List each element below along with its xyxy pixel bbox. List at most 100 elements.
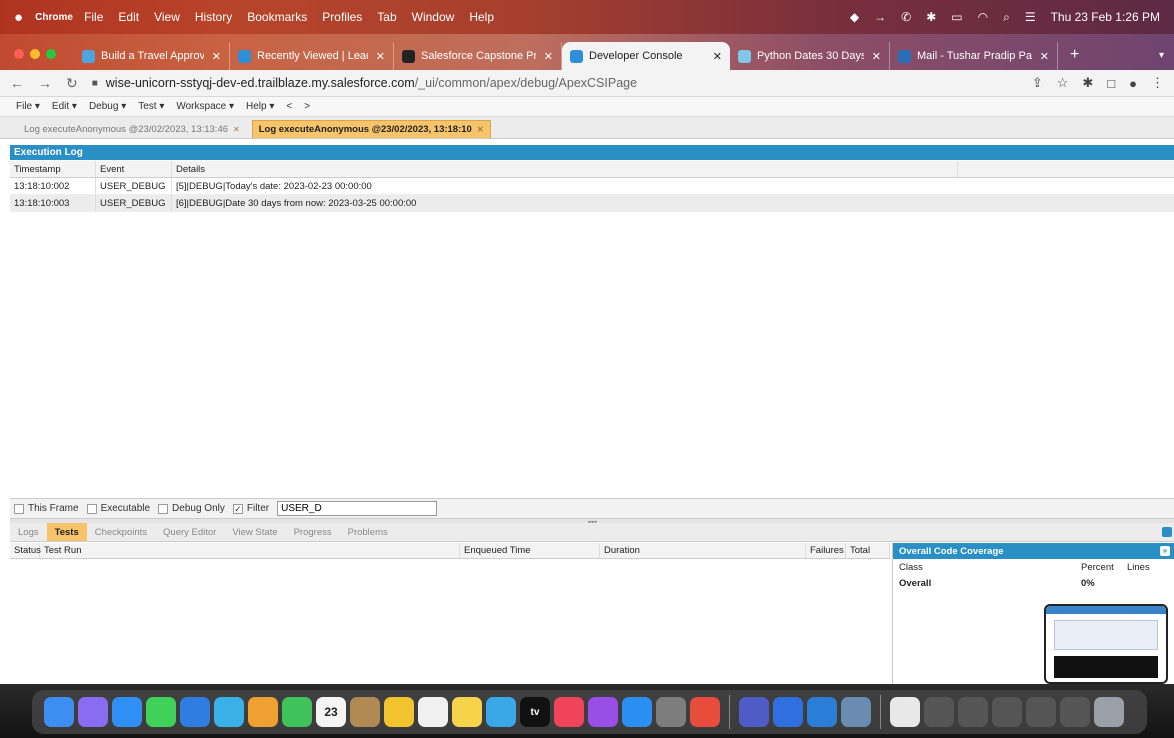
col-class[interactable]: Class <box>893 562 1081 573</box>
checkbox-box[interactable] <box>14 503 24 514</box>
chrome-icon[interactable] <box>690 697 720 727</box>
menu-file[interactable]: File <box>84 10 103 24</box>
tab-tests[interactable]: Tests <box>46 523 87 541</box>
teams-icon[interactable] <box>739 697 769 727</box>
menu-bookmarks[interactable]: Bookmarks <box>247 10 307 24</box>
tab-build-travel[interactable]: Build a Travel Approval A ✕ <box>74 42 230 70</box>
tab-logs[interactable]: Logs <box>10 523 47 541</box>
reminders-icon[interactable] <box>418 697 448 727</box>
url-field[interactable]: ■ wise-unicorn-sstyqj-dev-ed.trailblaze.… <box>92 76 1032 90</box>
log-row[interactable]: 13:18:10:003 USER_DEBUG [6]|DEBUG|Date 3… <box>10 195 1174 212</box>
vscode-icon[interactable] <box>807 697 837 727</box>
reload-icon[interactable]: ↻ <box>66 75 78 92</box>
menu-edit[interactable]: Edit <box>118 10 139 24</box>
tab-problems[interactable]: Problems <box>340 523 396 541</box>
menu-clock[interactable]: Thu 23 Feb 1:26 PM <box>1051 10 1160 24</box>
log-tab-1[interactable]: Log executeAnonymous @23/02/2023, 13:13:… <box>18 120 246 138</box>
bookmark-star-icon[interactable]: ☆ <box>1057 75 1069 91</box>
contacts-icon[interactable] <box>350 697 380 727</box>
maps-icon[interactable] <box>214 697 244 727</box>
calendar-icon[interactable]: 23 <box>316 697 346 727</box>
tab-search-chevron-icon[interactable]: ▾ <box>1159 50 1174 61</box>
recent-window-icon[interactable] <box>924 697 954 727</box>
executable-checkbox[interactable]: Executable <box>86 503 150 514</box>
menu-window[interactable]: Window <box>412 10 455 24</box>
close-tab-icon[interactable]: ✕ <box>544 50 553 63</box>
col-percent[interactable]: Percent <box>1081 562 1127 573</box>
col-details[interactable]: Details <box>172 161 958 177</box>
finder-icon[interactable] <box>44 697 74 727</box>
close-tab-icon[interactable]: ✕ <box>872 50 881 63</box>
mail-icon[interactable] <box>180 697 210 727</box>
col-status[interactable]: Status <box>10 543 41 558</box>
log-tab-2[interactable]: Log executeAnonymous @23/02/2023, 13:18:… <box>251 120 491 138</box>
dc-menu-workspace[interactable]: Workspace ▾ <box>176 101 234 112</box>
col-duration[interactable]: Duration <box>600 543 806 558</box>
profile-avatar-icon[interactable]: ● <box>1129 76 1137 91</box>
forward-icon[interactable]: → <box>38 75 52 91</box>
share-icon[interactable]: ⇪ <box>1032 75 1043 91</box>
tab-progress[interactable]: Progress <box>286 523 340 541</box>
col-test-run[interactable]: Test Run <box>40 543 460 558</box>
facetime-icon[interactable] <box>282 697 312 727</box>
apple-tv-icon[interactable]: tv <box>520 697 550 727</box>
system-settings-icon[interactable] <box>656 697 686 727</box>
tab-checkpoints[interactable]: Checkpoints <box>87 523 155 541</box>
dc-menu-debug[interactable]: Debug ▾ <box>89 101 126 112</box>
sidepanel-icon[interactable]: □ <box>1107 76 1115 91</box>
preview-icon[interactable] <box>841 697 871 727</box>
launchpad-icon[interactable] <box>78 697 108 727</box>
lock-icon[interactable]: ■ <box>92 78 98 89</box>
zoom-window-icon[interactable] <box>46 49 56 59</box>
col-timestamp[interactable]: Timestamp <box>10 161 96 177</box>
dc-menu-edit[interactable]: Edit ▾ <box>52 101 77 112</box>
checkbox-box[interactable] <box>86 503 97 514</box>
new-tab-icon[interactable]: + <box>1070 46 1079 64</box>
recent-window-icon[interactable] <box>1060 697 1090 727</box>
more-menu-icon[interactable]: ⋮ <box>1151 75 1164 91</box>
safari-icon[interactable] <box>112 697 142 727</box>
downloads-icon[interactable] <box>890 697 920 727</box>
col-failures[interactable]: Failures <box>806 543 846 558</box>
tab-python-dates[interactable]: Python Dates 30 Days ✕ <box>730 42 890 70</box>
music-icon[interactable] <box>554 697 584 727</box>
close-tab-icon[interactable]: ✕ <box>233 125 240 134</box>
coverage-row[interactable]: Overall 0% <box>893 575 1174 591</box>
menu-view[interactable]: View <box>154 10 180 24</box>
stickies-icon[interactable] <box>452 697 482 727</box>
dc-menu-file[interactable]: File ▾ <box>16 101 40 112</box>
dc-menu-test[interactable]: Test ▾ <box>138 101 164 112</box>
expand-icon[interactable]: » <box>1160 546 1170 556</box>
close-tab-icon[interactable]: ✕ <box>376 50 385 63</box>
dc-nav-back[interactable]: < <box>286 101 292 112</box>
col-total[interactable]: Total <box>846 543 890 558</box>
recent-window-icon[interactable] <box>958 697 988 727</box>
close-tab-icon[interactable]: ✕ <box>713 50 722 63</box>
close-tab-icon[interactable]: ✕ <box>477 125 484 134</box>
app-store-icon[interactable] <box>622 697 652 727</box>
checkbox-box[interactable] <box>158 503 169 514</box>
screenshot-thumbnail[interactable] <box>1044 604 1168 684</box>
recent-window-icon[interactable] <box>992 697 1022 727</box>
tab-query-editor[interactable]: Query Editor <box>155 523 224 541</box>
tab-salesforce-capstone[interactable]: Salesforce Capstone Pro ✕ <box>394 42 562 70</box>
battery-icon[interactable]: ▭ <box>951 10 962 24</box>
col-lines[interactable]: Lines <box>1127 562 1167 573</box>
podcasts-icon[interactable] <box>588 697 618 727</box>
zoom-icon[interactable] <box>773 697 803 727</box>
wifi-icon[interactable]: ◠ <box>978 10 988 24</box>
menu-history[interactable]: History <box>195 10 232 24</box>
freeform-icon[interactable] <box>486 697 516 727</box>
photos-icon[interactable] <box>248 697 278 727</box>
notes-icon[interactable] <box>384 697 414 727</box>
close-window-icon[interactable] <box>14 49 24 59</box>
menu-help[interactable]: Help <box>469 10 494 24</box>
menu-app-name[interactable]: Chrome <box>35 2 73 32</box>
extensions-icon[interactable]: ✱ <box>1082 75 1093 91</box>
control-center-icon[interactable]: ☰ <box>1025 10 1036 24</box>
apple-menu-icon[interactable]: ● <box>14 9 23 26</box>
this-frame-checkbox[interactable]: This Frame <box>14 503 79 514</box>
col-event[interactable]: Event <box>96 161 172 177</box>
arrow-icon[interactable]: → <box>874 10 886 24</box>
menu-tab[interactable]: Tab <box>377 10 396 24</box>
